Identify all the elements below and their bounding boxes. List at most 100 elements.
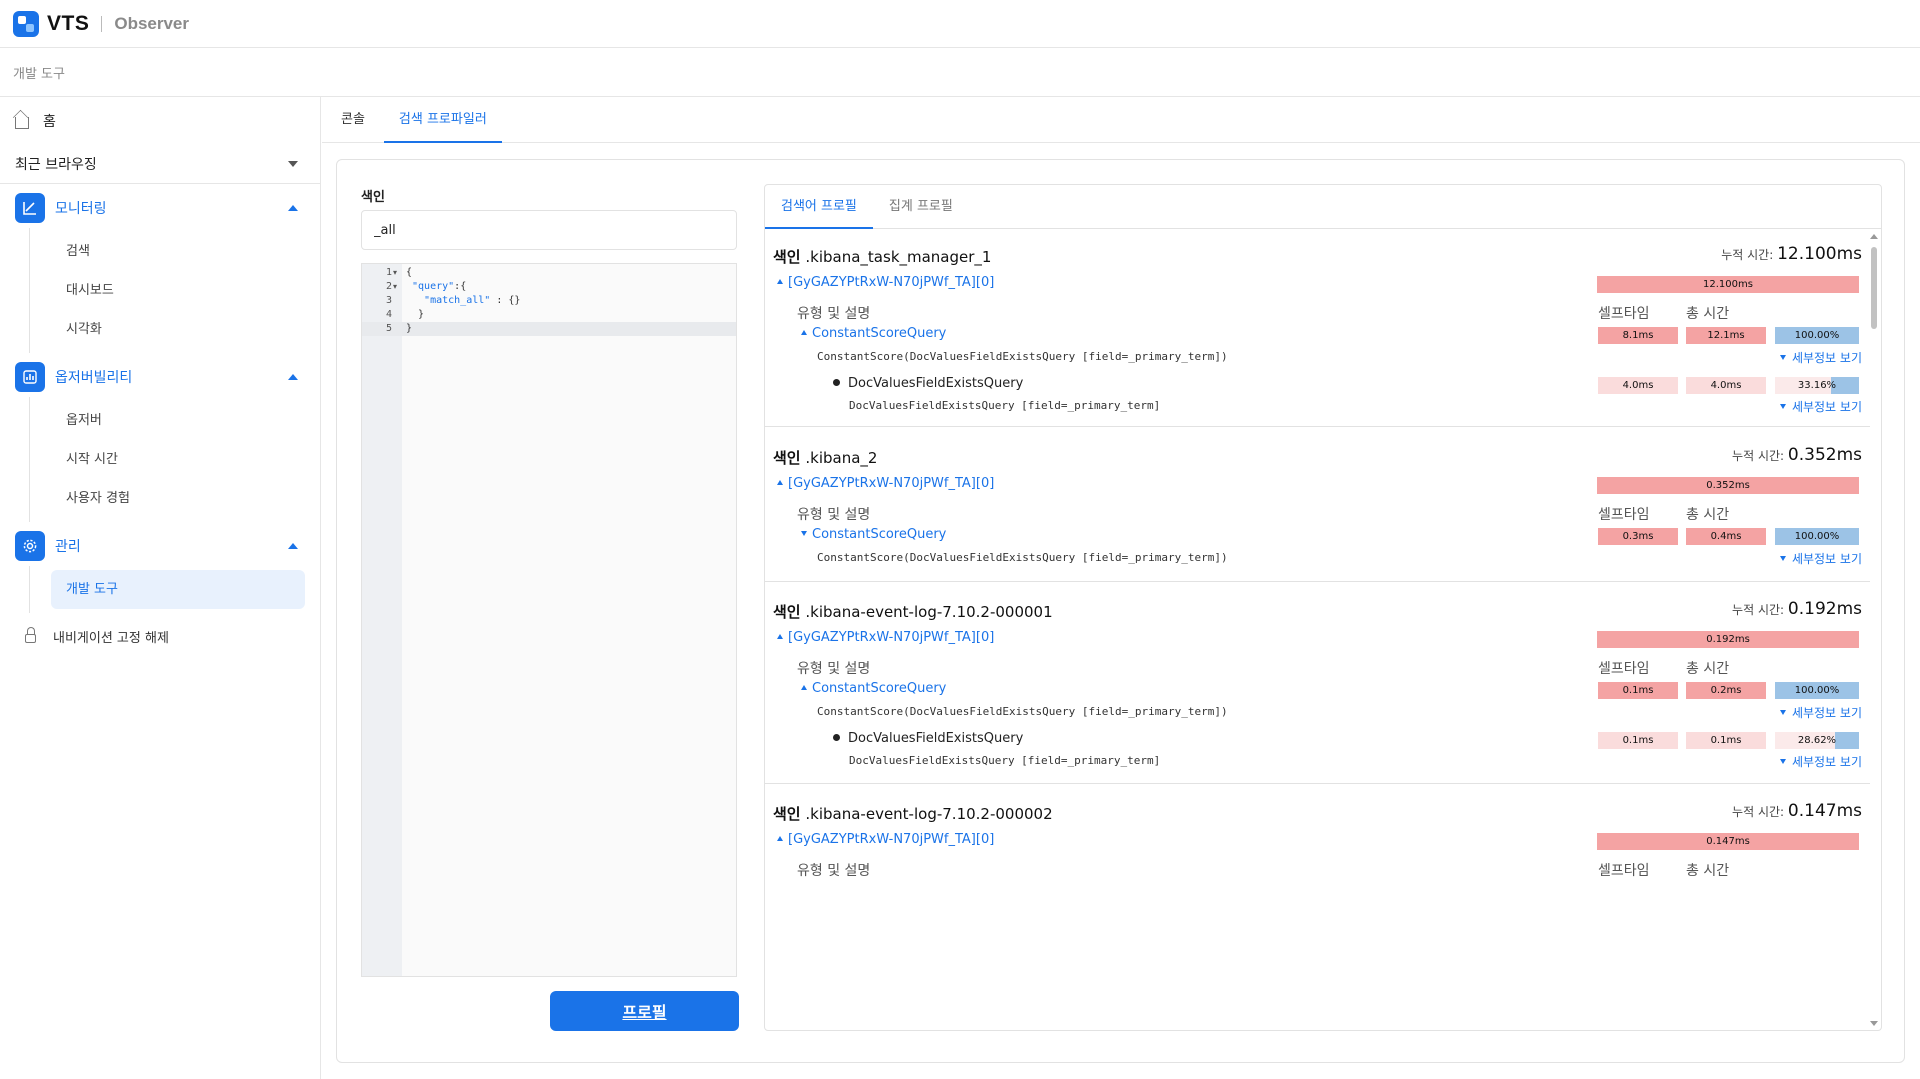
scroll-up-arrow-icon[interactable] [1870,234,1878,239]
unpin-navigation-button[interactable]: 내비게이션 고정 해제 [0,615,320,657]
query-description: ConstantScore(DocValuesFieldExistsQuery … [817,551,1228,564]
query-editor[interactable]: 1 ▾{ 2 ▾ "query":{ 3 "match_all" : {} 4 } … [361,263,737,977]
column-header-self-time: 셀프타임 [1598,507,1650,523]
chevron-down-icon [1779,556,1786,561]
brand-separator [101,15,103,32]
cumulative-time: 누적 시간: 12.100ms [1721,244,1862,264]
chevron-down-icon [1779,404,1786,409]
shard-toggle[interactable]: [GyGAZYPtRxW-N70jPWf_TA][0] [777,630,994,645]
sidebar-group-items: 검색 대시보드 시각화 [29,228,320,353]
shard-toggle[interactable]: [GyGAZYPtRxW-N70jPWf_TA][0] [777,275,994,290]
sidebar-item-home[interactable]: 홈 [0,97,320,144]
editor-gutter [362,264,402,976]
sub-query-name: DocValuesFieldExistsQuery [833,731,1023,746]
cumulative-time: 누적 시간: 0.352ms [1732,445,1862,465]
search-profiler-panel: 색인 1▾{ 2▾ "query":{ 3 "match_all" : {} 4… [336,159,1905,1063]
brand-subtitle: Observer [114,13,190,33]
shard-time-bar: 0.147ms [1597,833,1859,850]
self-time-cell: 0.1ms [1598,732,1678,749]
shard-time-bar: 0.192ms [1597,631,1859,648]
unpin-navigation-label: 내비게이션 고정 해제 [53,630,169,646]
sidebar-item-search[interactable]: 검색 [30,232,320,271]
sidebar-group-label: 모니터링 [55,201,107,217]
total-time-cell: 12.1ms [1686,327,1766,344]
results-scroll-area[interactable]: 색인 .kibana_task_manager_1 누적 시간: 12.100m… [765,229,1881,1030]
sidebar-item-start-time[interactable]: 시작 시간 [30,440,320,479]
brand-name: VTS [47,11,90,35]
index-section: 색인 .kibana_2 누적 시간: 0.352ms [GyGAZYPtRxW… [765,428,1870,582]
lock-icon [25,627,36,643]
fold-arrow-icon[interactable]: ▾ [393,280,397,294]
sidebar-group-label: 옵저버빌리티 [55,370,133,386]
fold-arrow-icon[interactable]: ▾ [393,266,397,280]
collapse-icon [801,685,807,690]
column-header-total-time: 총 시간 [1686,863,1730,879]
tab-aggregation-profile[interactable]: 집계 프로필 [873,185,969,229]
sidebar-item-visualize[interactable]: 시각화 [30,310,320,349]
index-input[interactable] [361,210,737,250]
scroll-down-arrow-icon[interactable] [1870,1021,1878,1026]
editor-line: 1 ▾{ [385,266,413,280]
shard-toggle[interactable]: [GyGAZYPtRxW-N70jPWf_TA][0] [777,476,994,491]
sidebar-item-dev-tools[interactable]: 개발 도구 [51,570,305,609]
query-type-toggle[interactable]: ConstantScoreQuery [801,527,946,542]
tab-search-profiler[interactable]: 검색 프로파일러 [383,97,502,143]
view-details-link[interactable]: 세부정보 보기 [1779,398,1862,415]
view-details-link[interactable]: 세부정보 보기 [1779,753,1862,770]
view-details-link[interactable]: 세부정보 보기 [1779,550,1862,567]
sidebar-group-items: 옵저버 시작 시간 사용자 경험 [29,397,320,522]
scrollbar-thumb[interactable] [1871,247,1877,329]
column-header-self-time: 셀프타임 [1598,863,1650,879]
sidebar-item-dashboard[interactable]: 대시보드 [30,271,320,310]
app-header: VTS Observer [0,0,1920,48]
tab-console[interactable]: 콘솔 [326,97,380,143]
bullet-icon [833,734,840,741]
sidebar-group-label: 관리 [55,539,81,555]
query-type-toggle[interactable]: ConstantScoreQuery [801,326,946,341]
collapse-icon [777,836,783,841]
chevron-up-icon [288,543,298,549]
query-type-toggle[interactable]: ConstantScoreQuery [801,681,946,696]
bar-chart-icon [15,362,45,392]
percentage-cell: 28.62% [1775,732,1859,749]
recent-browsing-toggle[interactable]: 최근 브라우징 [0,144,320,184]
view-details-link[interactable]: 세부정보 보기 [1779,349,1862,366]
results-scrollbar[interactable] [1867,229,1881,1030]
total-time-cell: 4.0ms [1686,377,1766,394]
collapse-icon [777,279,783,284]
index-label: 색인 [361,190,385,205]
dev-tools-tabs: 콘솔 검색 프로파일러 [322,97,1920,143]
column-header-type: 유형 및 설명 [797,306,871,322]
sidebar-group-observability[interactable]: 옵저버빌리티 [0,357,320,397]
percentage-cell: 33.16% [1775,377,1859,394]
sidebar-item-observer[interactable]: 옵저버 [30,401,320,440]
sidebar-item-label: 홈 [43,113,56,130]
sidebar-group-items: 개발 도구 [29,566,320,613]
total-time-cell: 0.4ms [1686,528,1766,545]
index-title: 색인 .kibana-event-log-7.10.2-000002 [773,805,1053,823]
sub-query-description: DocValuesFieldExistsQuery [field=_primar… [849,399,1161,412]
chevron-down-icon [1779,355,1786,360]
column-header-self-time: 셀프타임 [1598,661,1650,677]
chart-line-icon [15,193,45,223]
chevron-up-icon [288,374,298,380]
profile-button[interactable]: 프로필 [550,991,739,1031]
sidebar-item-user-experience[interactable]: 사용자 경험 [30,479,320,518]
shard-toggle[interactable]: [GyGAZYPtRxW-N70jPWf_TA][0] [777,832,994,847]
sidebar-group-management[interactable]: 관리 [0,526,320,566]
breadcrumb: 개발 도구 [0,48,1920,97]
tab-query-profile[interactable]: 검색어 프로필 [765,185,873,229]
percentage-cell: 100.00% [1775,682,1859,699]
breadcrumb-item[interactable]: 개발 도구 [13,63,65,82]
percentage-bar [1834,732,1859,749]
results-tabs: 검색어 프로필 집계 프로필 [765,185,1881,229]
column-header-self-time: 셀프타임 [1598,306,1650,322]
profile-results: 검색어 프로필 집계 프로필 색인 .kibana_task_manager_1… [764,184,1882,1031]
cumulative-time: 누적 시간: 0.147ms [1732,801,1862,821]
view-details-link[interactable]: 세부정보 보기 [1779,704,1862,721]
sidebar-group-monitoring[interactable]: 모니터링 [0,188,320,228]
collapse-icon [777,480,783,485]
sidebar: 홈 최근 브라우징 모니터링 검색 대시보드 시각화 옵저버빌리티 옵저버 시작… [0,97,321,1079]
index-section: 색인 .kibana_task_manager_1 누적 시간: 12.100m… [765,229,1870,427]
self-time-cell: 0.3ms [1598,528,1678,545]
